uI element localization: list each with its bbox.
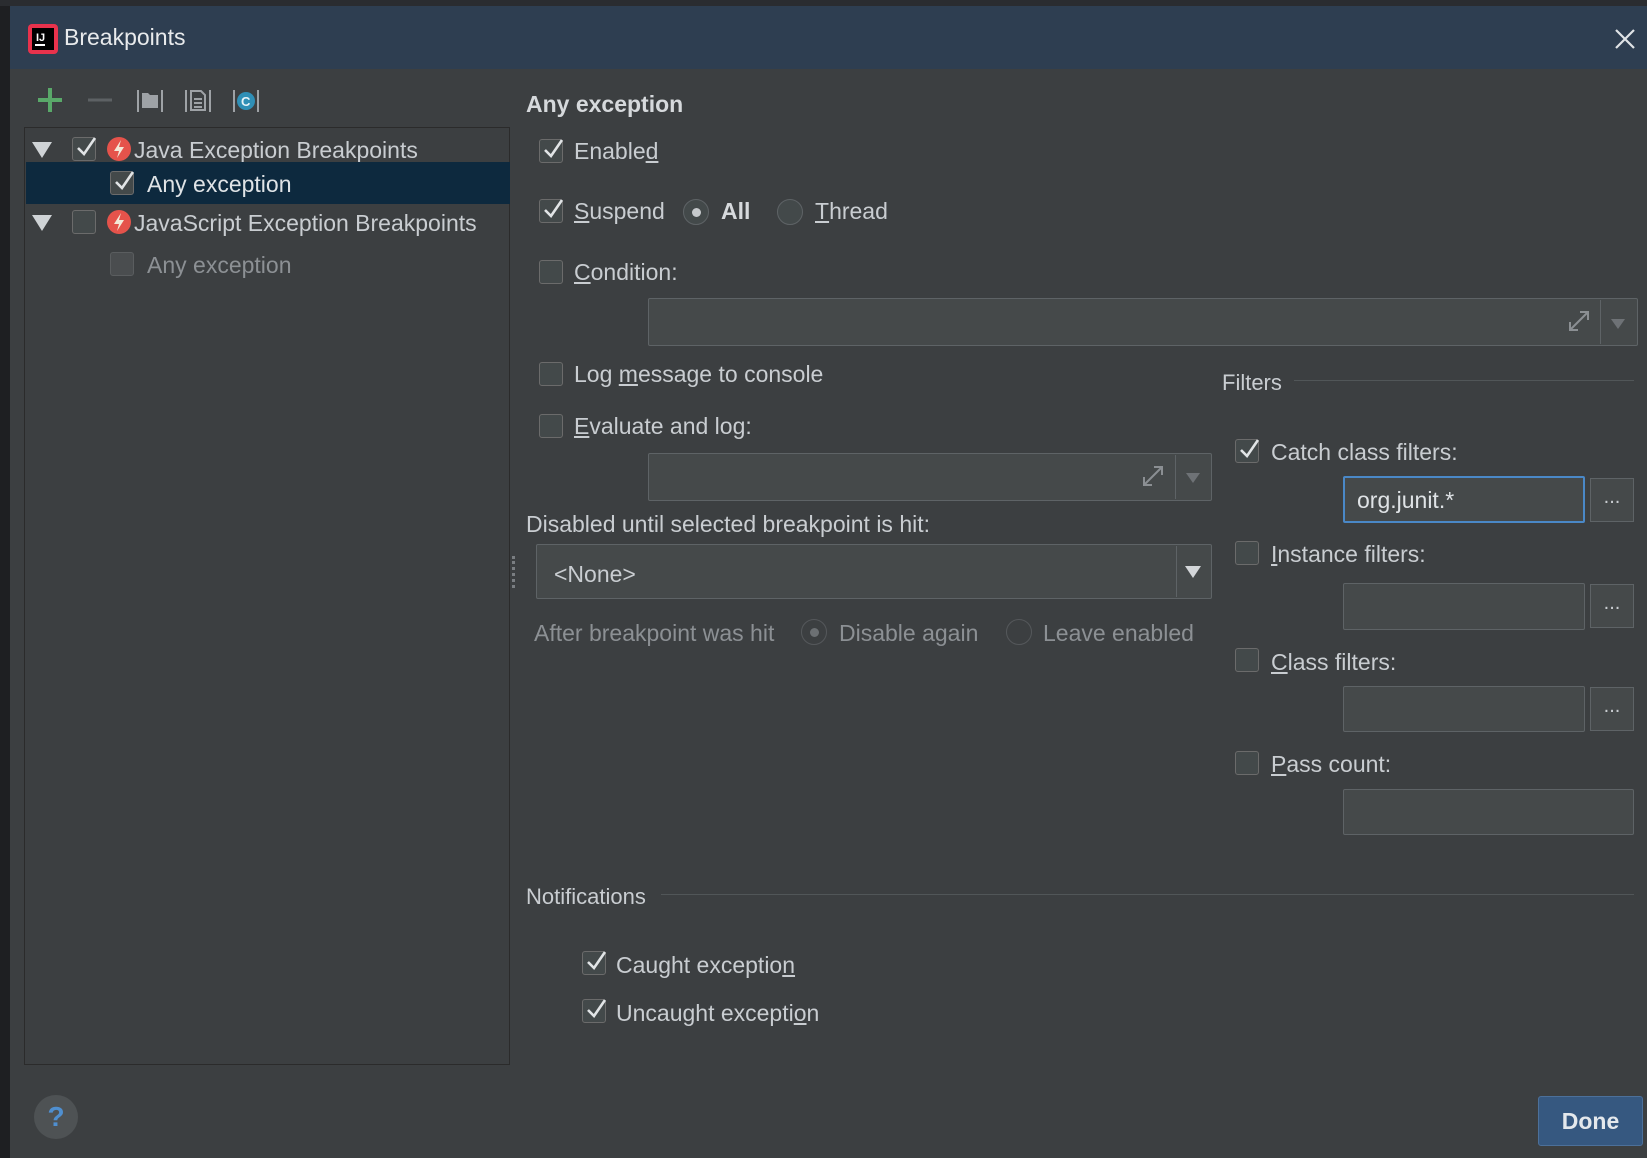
folder-icon[interactable] — [132, 82, 168, 118]
pass-count-input[interactable] — [1343, 789, 1634, 835]
details-heading: Any exception — [526, 91, 684, 117]
history-dropdown-icon[interactable] — [1611, 319, 1625, 329]
class-icon[interactable]: C — [228, 82, 264, 118]
expand-triangle-icon[interactable] — [32, 215, 52, 231]
field-divider — [1600, 300, 1601, 344]
caught-exception-label: Caught exception — [616, 952, 796, 978]
class-filters-browse-button[interactable]: ... — [1590, 687, 1634, 731]
class-filters-checkbox[interactable] — [1235, 648, 1259, 672]
enabled-label: Enabled — [574, 138, 659, 164]
file-icon[interactable] — [180, 82, 216, 118]
catch-class-browse-button[interactable]: ... — [1590, 478, 1634, 522]
javascript-exceptions-checkbox[interactable] — [72, 210, 96, 234]
suspend-thread-radio[interactable] — [777, 199, 803, 225]
window-title: Breakpoints — [64, 24, 186, 50]
after-hit-label: After breakpoint was hit — [534, 620, 775, 646]
done-button[interactable]: Done — [1538, 1096, 1643, 1146]
history-dropdown-icon[interactable] — [1186, 473, 1200, 483]
evaluate-log-label: Evaluate and log: — [574, 413, 752, 439]
svg-text:IJ: IJ — [36, 32, 45, 44]
suspend-all-radio[interactable] — [683, 199, 709, 225]
help-button[interactable]: ? — [34, 1095, 78, 1139]
suspend-label: Suspend — [574, 198, 665, 224]
plus-icon[interactable] — [32, 82, 68, 118]
class-filters-label: Class filters: — [1271, 649, 1397, 675]
intellij-logo-icon: IJ — [28, 24, 58, 54]
catch-class-filters-value: org.junit.* — [1357, 487, 1455, 513]
minus-icon[interactable] — [82, 82, 118, 118]
class-filters-input[interactable] — [1343, 686, 1585, 732]
notifications-title: Notifications — [526, 884, 646, 909]
tree-row-javascript-exception-breakpoints[interactable]: JavaScript Exception Breakpoints — [26, 202, 510, 244]
field-divider — [1175, 455, 1176, 499]
expand-editor-icon[interactable] — [1565, 307, 1593, 335]
leave-enabled-radio[interactable] — [1006, 619, 1032, 645]
title-bar[interactable] — [10, 6, 1647, 69]
suspend-all-label: All — [721, 198, 751, 224]
catch-class-filters-label: Catch class filters: — [1271, 439, 1458, 465]
splitter-handle[interactable] — [512, 556, 518, 588]
caught-exception-checkbox[interactable] — [582, 951, 607, 975]
tree-row-js-any-exception[interactable]: Any exception — [26, 244, 510, 286]
leave-enabled-label: Leave enabled — [1043, 620, 1194, 646]
disabled-until-label: Disabled until selected breakpoint is hi… — [526, 511, 931, 537]
disable-again-radio[interactable] — [801, 619, 827, 645]
java-exceptions-checkbox[interactable] — [72, 137, 97, 161]
chevron-down-icon[interactable] — [1185, 566, 1201, 578]
suspend-checkbox[interactable] — [539, 199, 564, 223]
uncaught-exception-label: Uncaught exception — [616, 1000, 820, 1026]
tree-row-java-any-exception[interactable]: Any exception — [26, 162, 510, 204]
tree-item-label: Java Exception Breakpoints — [134, 137, 418, 163]
log-message-checkbox[interactable] — [539, 362, 563, 386]
evaluate-log-checkbox[interactable] — [539, 414, 563, 438]
svg-text:C: C — [241, 94, 251, 109]
disabled-until-value: <None> — [554, 561, 636, 587]
disable-again-label: Disable again — [839, 620, 979, 646]
notifications-separator — [661, 894, 1634, 895]
tree-item-label: Any exception — [147, 252, 292, 278]
any-exception-checkbox[interactable] — [110, 171, 135, 195]
pass-count-checkbox[interactable] — [1235, 751, 1259, 775]
uncaught-exception-checkbox[interactable] — [582, 999, 607, 1023]
expand-triangle-icon[interactable] — [32, 142, 52, 158]
exception-breakpoint-icon — [107, 137, 131, 161]
field-divider — [1176, 546, 1177, 597]
filters-title: Filters — [1222, 370, 1282, 395]
tree-item-label: Any exception — [147, 171, 292, 197]
instance-filters-browse-button[interactable]: ... — [1590, 584, 1634, 628]
js-any-exception-checkbox[interactable] — [110, 252, 134, 276]
close-icon[interactable] — [1612, 26, 1638, 52]
catch-class-filters-input[interactable]: org.junit.* — [1343, 476, 1585, 523]
expand-editor-icon[interactable] — [1139, 462, 1167, 490]
exception-breakpoint-icon — [107, 210, 131, 234]
enabled-checkbox[interactable] — [539, 139, 564, 163]
pass-count-label: Pass count: — [1271, 751, 1392, 777]
catch-class-filters-checkbox[interactable] — [1235, 439, 1260, 463]
instance-filters-checkbox[interactable] — [1235, 541, 1259, 565]
evaluate-log-input[interactable] — [648, 453, 1212, 501]
disabled-until-dropdown[interactable] — [536, 544, 1212, 599]
instance-filters-input[interactable] — [1343, 583, 1585, 630]
log-message-label: Log message to console — [574, 361, 824, 387]
instance-filters-label: Instance filters: — [1271, 541, 1426, 567]
condition-checkbox[interactable] — [539, 260, 563, 284]
condition-label: Condition: — [574, 259, 678, 285]
suspend-thread-label: Thread — [815, 198, 888, 224]
tree-item-label: JavaScript Exception Breakpoints — [134, 210, 477, 236]
filters-separator — [1294, 380, 1634, 381]
condition-input[interactable] — [648, 298, 1638, 346]
